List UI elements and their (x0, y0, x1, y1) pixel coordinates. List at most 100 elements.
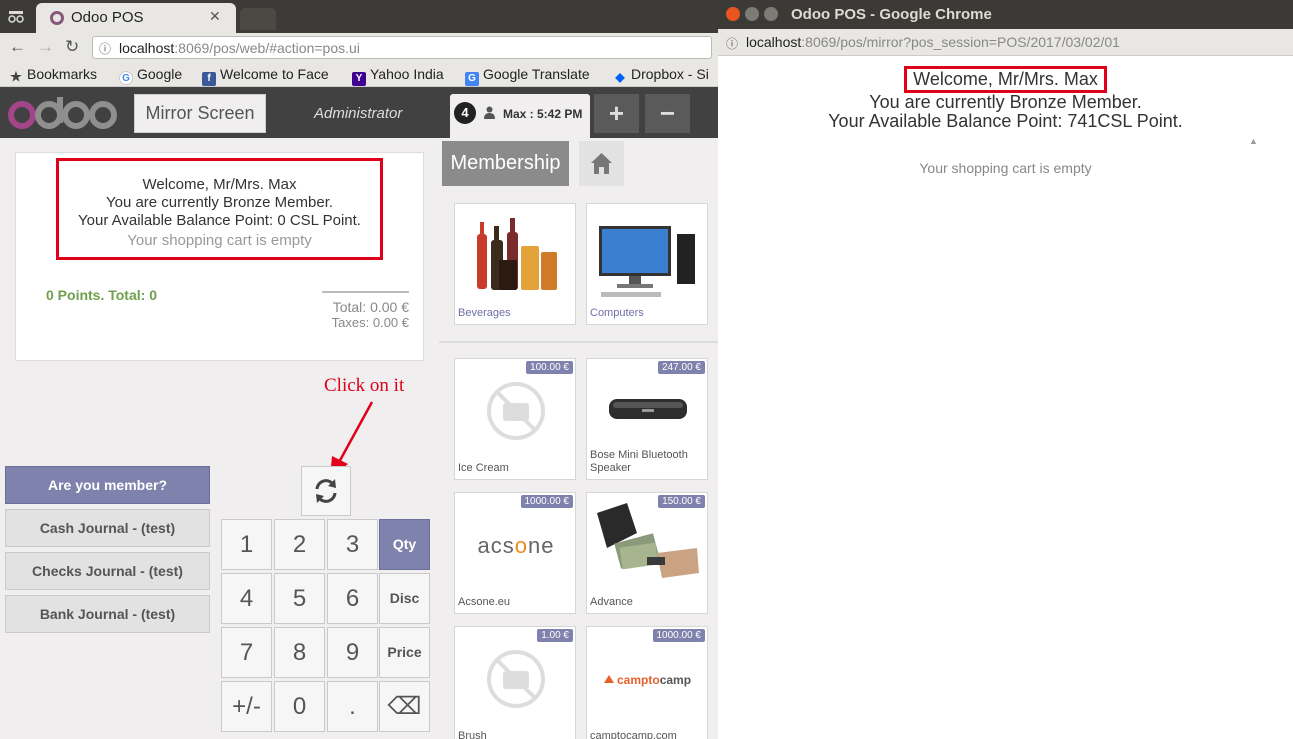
mirror-screen-button[interactable]: Mirror Screen (134, 94, 266, 133)
back-icon[interactable]: ← (9, 37, 26, 57)
refresh-icon (315, 479, 337, 503)
tab-odoo-pos[interactable]: Odoo POS ✕ (36, 3, 236, 33)
price-tag: 1000.00 € (520, 495, 573, 508)
tab-close-icon[interactable]: ✕ (209, 8, 221, 25)
price-tag: 1000.00 € (652, 629, 705, 642)
product-tile-camptocamp[interactable]: camptocamp 1000.00 € camptocamp.com (586, 626, 708, 739)
speaker-image (609, 399, 687, 419)
site-info-icon[interactable]: ⓘ (726, 35, 738, 52)
beverages-image (477, 218, 557, 290)
are-you-member-button[interactable]: Are you member? (5, 466, 210, 504)
product-tile-advance[interactable]: 150.00 € Advance (586, 492, 708, 614)
acsone-logo: acsone (478, 533, 554, 558)
close-window-icon[interactable] (726, 7, 740, 21)
new-order-button[interactable]: + (594, 94, 639, 133)
category-tile-computers[interactable]: Computers (586, 203, 708, 325)
price-tag: 1.00 € (537, 629, 573, 642)
refresh-button[interactable] (301, 466, 351, 516)
camptocamp-logo: camptocamp (604, 673, 691, 687)
product-tile-brush[interactable]: 1.00 € Brush (454, 626, 576, 739)
product-tile-acsone[interactable]: acsone 1000.00 € Acsone.eu (454, 492, 576, 614)
odoo-favicon-icon (50, 11, 64, 25)
tab-strip: Odoo POS ✕ (0, 0, 718, 33)
order-tab[interactable]: 4 Max : 5:42 PM (450, 94, 590, 138)
backspace-icon: ⌫ (387, 693, 422, 720)
numpad: 1 2 3 Qty 4 5 6 Disc 7 8 9 Price +/- 0 .… (221, 519, 431, 735)
numpad-key-7[interactable]: 7 (221, 627, 272, 678)
cash-journal-button[interactable]: Cash Journal - (test) (5, 509, 210, 547)
backspace-key[interactable]: ⌫ (379, 681, 430, 732)
qty-mode-button[interactable]: Qty (379, 519, 430, 570)
order-panel: Welcome, Mr/Mrs. Max You are currently B… (15, 152, 424, 361)
url-field[interactable]: ⓘ localhost:8069/pos/web/#action=pos.ui (92, 36, 712, 59)
numpad-key-8[interactable]: 8 (274, 627, 325, 678)
category-tile-beverages[interactable]: Beverages (454, 203, 576, 325)
taxes-value: Taxes: 0.00 € (331, 315, 409, 330)
address-bar: ← → ↻ ⓘ localhost:8069/pos/web/#action=p… (0, 33, 718, 62)
numpad-key-2[interactable]: 2 (274, 519, 325, 570)
delete-order-button[interactable]: − (645, 94, 690, 133)
mirror-balance-line: Your Available Balance Point: 741CSL Poi… (828, 111, 1183, 131)
bookmark-item[interactable]: Y Yahoo India (352, 66, 444, 86)
product-name: Advance (590, 596, 633, 608)
window-title: Odoo POS - Google Chrome (791, 6, 992, 23)
price-tag: 247.00 € (658, 361, 705, 374)
price-mode-button[interactable]: Price (379, 627, 430, 678)
category-separator (439, 341, 718, 343)
maximize-window-icon[interactable] (764, 7, 778, 21)
bookmark-item[interactable]: G Google (119, 66, 182, 85)
left-browser-window: Odoo POS ✕ ← → ↻ ⓘ localhost:8069/pos/we… (0, 0, 718, 739)
facebook-icon: f (202, 72, 216, 86)
category-name: Beverages (458, 307, 511, 319)
home-category-button[interactable] (579, 141, 624, 186)
category-breadcrumb-bar: Membership (439, 138, 718, 190)
numpad-key-5[interactable]: 5 (274, 573, 325, 624)
product-tile-bose-speaker[interactable]: 247.00 € Bose Mini Bluetooth Speaker (586, 358, 708, 480)
empty-cart-text: Your shopping cart is empty (127, 232, 312, 249)
order-number-badge: 4 (454, 102, 476, 124)
pos-navbar: Mirror Screen Administrator 4 Max : 5:42… (0, 87, 718, 138)
bank-journal-button[interactable]: Bank Journal - (test) (5, 595, 210, 633)
price-tag: 100.00 € (526, 361, 573, 374)
mirror-url-bar[interactable]: ⓘ localhost:8069/pos/mirror?pos_session=… (718, 29, 1293, 56)
scroll-caret-icon: ▲ (1249, 136, 1258, 146)
minimize-window-icon[interactable] (745, 7, 759, 21)
numpad-key-0[interactable]: 0 (274, 681, 325, 732)
bookmark-item[interactable]: f Welcome to Face (202, 66, 329, 86)
numpad-key-9[interactable]: 9 (327, 627, 378, 678)
numpad-key-3[interactable]: 3 (327, 519, 378, 570)
bookmark-item[interactable]: ◆ Dropbox - Si (613, 66, 708, 84)
category-name: Computers (590, 307, 644, 319)
welcome-line: Welcome, Mr/Mrs. Max (142, 176, 297, 193)
site-info-icon[interactable]: ⓘ (99, 40, 111, 57)
odoo-logo (6, 93, 118, 140)
user-name[interactable]: Administrator (314, 105, 402, 122)
new-tab-button[interactable] (240, 8, 276, 30)
window-titlebar: Odoo POS - Google Chrome (718, 0, 1293, 29)
points-total: 0 Points. Total: 0 (46, 287, 157, 303)
numpad-key-1[interactable]: 1 (221, 519, 272, 570)
breadcrumb-membership[interactable]: Membership (442, 141, 569, 186)
forward-icon[interactable]: → (37, 37, 54, 57)
odoo-logo-icon (8, 97, 117, 129)
welcome-highlight-box: Welcome, Mr/Mrs. Max You are currently B… (56, 158, 383, 260)
customer-icon (484, 106, 495, 119)
numpad-key-4[interactable]: 4 (221, 573, 272, 624)
product-name: Ice Cream (458, 462, 509, 474)
disc-mode-button[interactable]: Disc (379, 573, 430, 624)
order-label: Max : 5:42 PM (503, 107, 583, 121)
dropbox-icon: ◆ (615, 70, 625, 84)
star-icon: ★ (10, 69, 22, 84)
reload-icon[interactable]: ↻ (65, 37, 79, 57)
checks-journal-button[interactable]: Checks Journal - (test) (5, 552, 210, 590)
translate-icon: G (465, 72, 479, 86)
numpad-key-6[interactable]: 6 (327, 573, 378, 624)
bookmark-item[interactable]: G Google Translate (465, 66, 590, 86)
product-name: Brush (458, 730, 487, 739)
bookmarks-bar: ★ Bookmarks G Google f Welcome to Face Y Yah… (0, 62, 718, 87)
home-icon (591, 153, 612, 174)
bookmark-item[interactable]: ★ Bookmarks (9, 66, 97, 84)
numpad-sign-key[interactable]: +/- (221, 681, 272, 732)
numpad-dot-key[interactable]: . (327, 681, 378, 732)
product-tile-ice-cream[interactable]: 100.00 € Ice Cream (454, 358, 576, 480)
